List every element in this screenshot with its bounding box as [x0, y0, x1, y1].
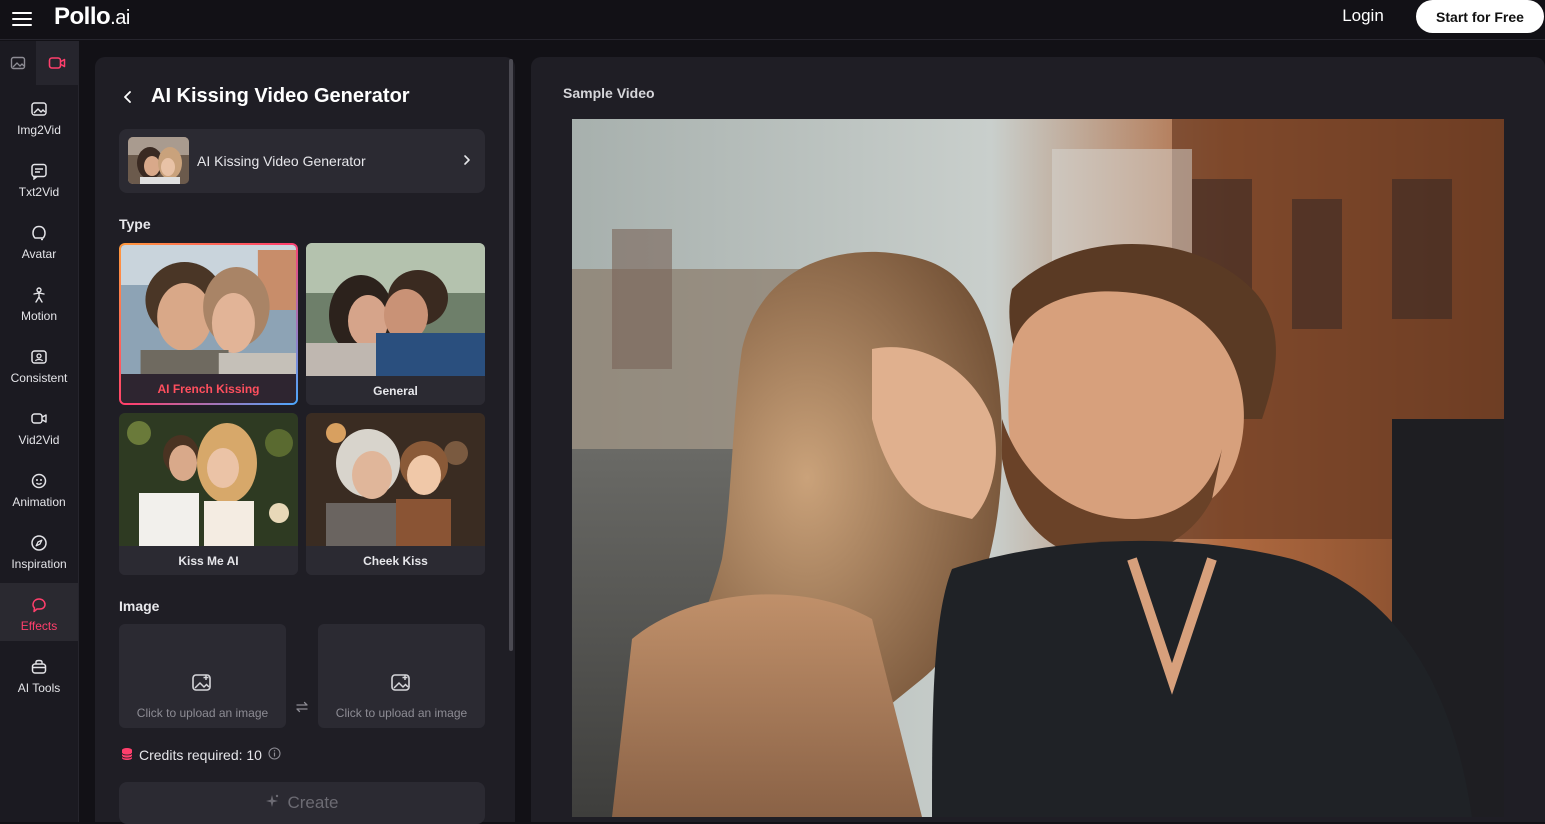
sidebar-item-animation[interactable]: Animation: [0, 459, 78, 517]
image-section-label: Image: [119, 598, 160, 614]
sidebar-item-label: Motion: [20, 309, 58, 323]
sample-video[interactable]: [572, 119, 1504, 817]
sidebar-item-label: Inspiration: [11, 557, 67, 571]
type-thumbnail: [121, 245, 296, 378]
sidebar-item-vid2vid[interactable]: Vid2Vid: [0, 397, 78, 455]
info-icon[interactable]: [268, 747, 281, 763]
type-label: AI French Kissing: [121, 374, 296, 403]
sidebar-item-label: Avatar: [21, 247, 57, 261]
image-mode-icon[interactable]: [0, 41, 36, 85]
video-to-video-icon: [29, 409, 49, 429]
sidebar-item-txt2vid[interactable]: Txt2Vid: [0, 149, 78, 207]
panel-scrollbar[interactable]: [509, 59, 513, 651]
back-icon[interactable]: [122, 87, 138, 107]
type-label: Cheek Kiss: [306, 546, 485, 575]
menu-icon[interactable]: [12, 8, 34, 30]
sidebar-item-label: AI Tools: [17, 681, 61, 695]
type-section-label: Type: [119, 216, 151, 232]
effect-name: AI Kissing Video Generator: [197, 153, 366, 169]
consistent-icon: [29, 347, 49, 367]
sidebar-item-label: Animation: [12, 495, 66, 509]
sparkle-icon: [265, 793, 279, 813]
toolbox-icon: [29, 657, 49, 677]
type-label: General: [306, 376, 485, 405]
video-mode-icon[interactable]: [36, 41, 78, 85]
mode-switch: [0, 41, 79, 85]
type-general[interactable]: General: [306, 243, 485, 405]
top-bar: Pollo.ai Login Start for Free: [0, 0, 1545, 40]
credits-info: Credits required: 10: [121, 746, 281, 764]
create-label: Create: [287, 793, 339, 812]
sample-video-label: Sample Video: [563, 85, 655, 101]
sidebar-item-label: Vid2Vid: [18, 433, 60, 447]
type-thumbnail: [306, 413, 485, 546]
effect-selector[interactable]: AI Kissing Video Generator: [119, 129, 485, 193]
sidebar-item-inspiration[interactable]: Inspiration: [0, 521, 78, 579]
start-for-free-button[interactable]: Start for Free: [1416, 0, 1544, 33]
chevron-right-icon: [463, 153, 471, 171]
effects-icon: [29, 595, 49, 615]
sidebar-item-label: Effects: [20, 619, 58, 633]
credits-text: Credits required: 10: [139, 747, 262, 763]
type-cheek-kiss[interactable]: Cheek Kiss: [306, 413, 485, 575]
page-title: AI Kissing Video Generator: [151, 85, 410, 107]
upload-image-2[interactable]: Click to upload an image: [318, 624, 485, 728]
sidebar-item-label: Txt2Vid: [18, 185, 60, 199]
sidebar-item-effects[interactable]: Effects: [0, 583, 78, 641]
sidebar-item-ai-tools[interactable]: AI Tools: [0, 645, 78, 703]
type-thumbnail: [306, 243, 485, 376]
upload-hint: Click to upload an image: [335, 706, 468, 720]
sidebar-item-avatar[interactable]: Avatar: [0, 211, 78, 269]
sidebar-item-label: Consistent: [10, 371, 68, 385]
coin-stack-icon: [121, 747, 133, 764]
type-ai-french-kissing[interactable]: AI French Kissing: [119, 243, 298, 405]
sidebar-item-label: Img2Vid: [17, 123, 61, 137]
effect-thumbnail: [128, 137, 189, 184]
type-kiss-me-ai[interactable]: Kiss Me AI: [119, 413, 298, 575]
sidebar: Img2Vid Txt2Vid Avatar Motion Consistent…: [0, 41, 79, 822]
logo-suffix: .ai: [110, 7, 130, 29]
logo[interactable]: Pollo.ai: [54, 3, 130, 31]
upload-hint: Click to upload an image: [136, 706, 269, 720]
sidebar-item-consistent[interactable]: Consistent: [0, 335, 78, 393]
compass-icon: [29, 533, 49, 553]
type-thumbnail: [119, 413, 298, 546]
swap-icon[interactable]: [295, 700, 309, 713]
avatar-icon: [29, 223, 49, 243]
sample-video-frame: [572, 119, 1504, 817]
upload-image-icon: [191, 672, 213, 699]
login-link[interactable]: Login: [1330, 6, 1396, 26]
image-to-video-icon: [29, 99, 49, 119]
sidebar-item-motion[interactable]: Motion: [0, 273, 78, 331]
animation-icon: [29, 471, 49, 491]
sidebar-item-img2vid[interactable]: Img2Vid: [0, 87, 78, 145]
create-button[interactable]: Create: [119, 782, 485, 824]
upload-image-icon: [390, 672, 412, 699]
logo-text: Pollo: [54, 3, 111, 30]
type-label: Kiss Me AI: [119, 546, 298, 575]
motion-icon: [29, 285, 49, 305]
text-to-video-icon: [29, 161, 49, 181]
upload-image-1[interactable]: Click to upload an image: [119, 624, 286, 728]
